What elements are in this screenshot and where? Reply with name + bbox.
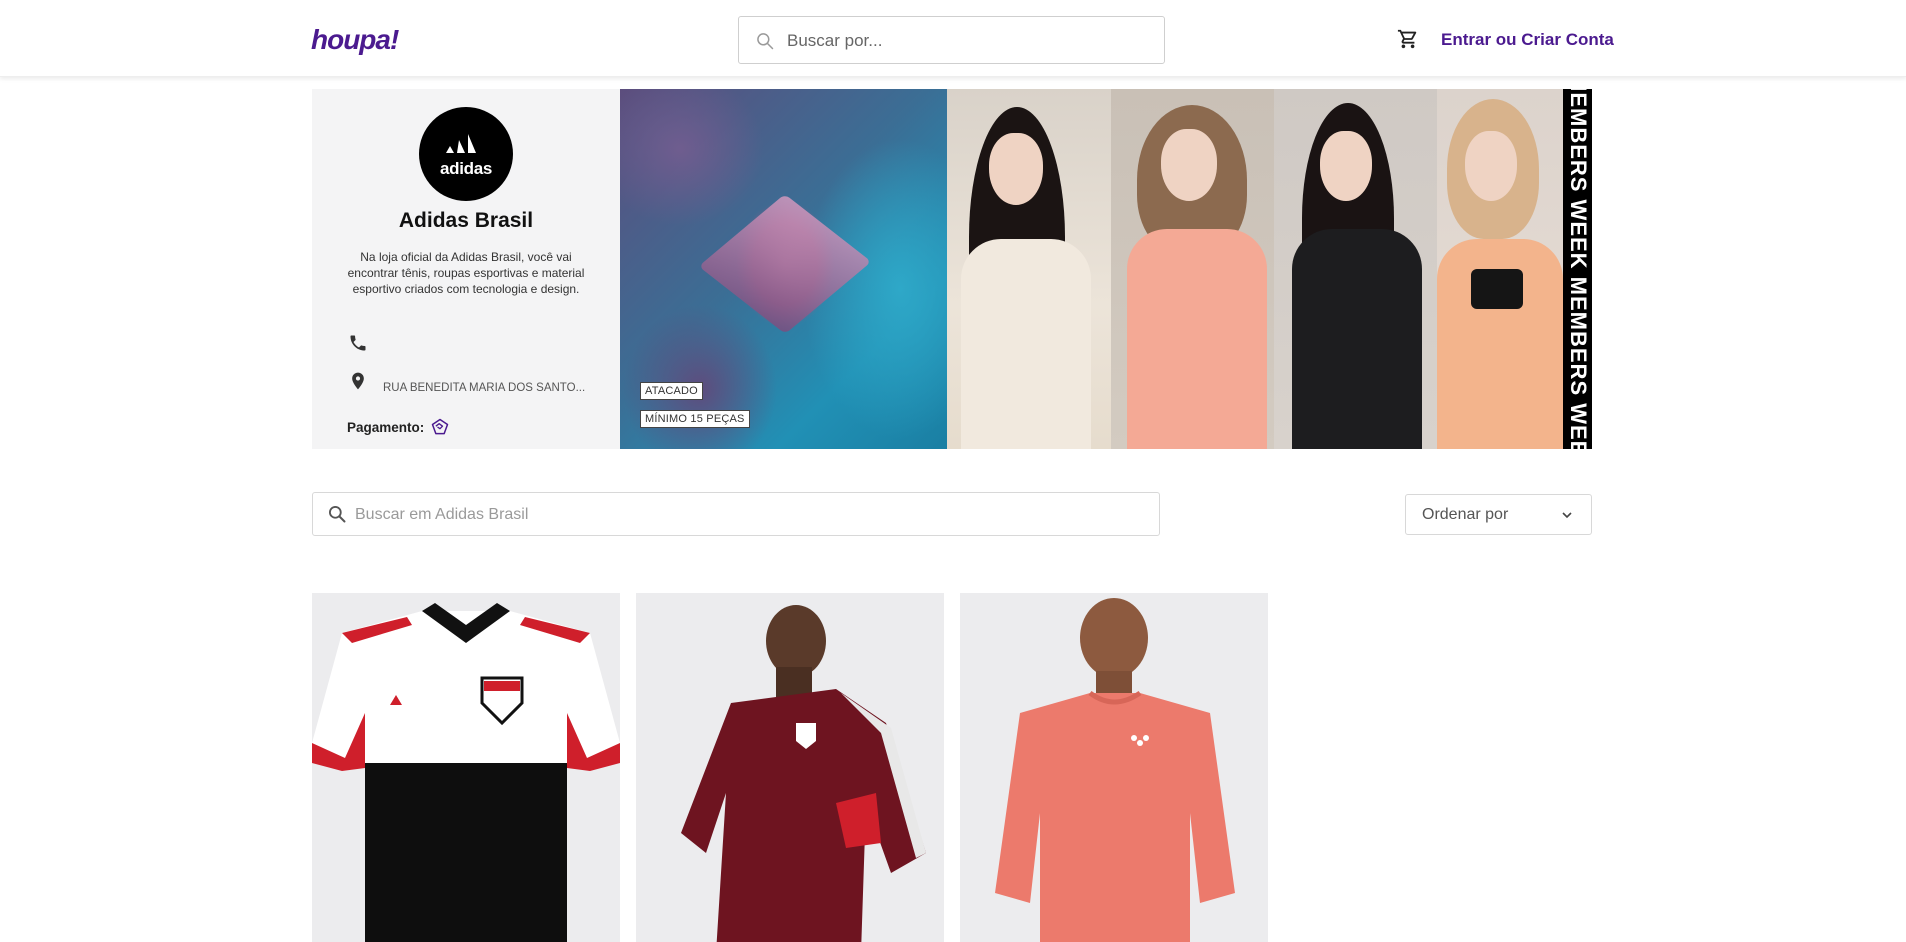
sort-label: Ordenar por (1422, 506, 1509, 523)
payment-label: Pagamento: (347, 420, 425, 435)
wholesale-tag: ATACADO (640, 382, 703, 400)
search-icon (757, 33, 774, 50)
model-4 (1437, 89, 1563, 449)
banner-models-image (947, 89, 1563, 449)
cart-icon[interactable] (1397, 28, 1419, 50)
chevron-down-icon (1562, 512, 1572, 519)
search-icon (329, 506, 346, 523)
banner-rock-shape (698, 193, 872, 335)
sort-dropdown[interactable]: Ordenar por (1405, 494, 1592, 535)
banner-sea-image: ATACADO MÍNIMO 15 PEÇAS (620, 89, 947, 449)
model-3 (1274, 89, 1437, 449)
global-search-box[interactable] (738, 16, 1165, 64)
members-week-strip: MEMBERS WEEK MEMBERS WEEK (1563, 89, 1592, 449)
store-avatar: adidas (419, 107, 513, 201)
top-header: houpa! Entrar ou Criar Conta (0, 0, 1906, 77)
houpa-logo[interactable]: houpa! (311, 24, 399, 56)
handshake-icon[interactable] (430, 417, 450, 437)
model-2 (1111, 89, 1274, 449)
store-info-card: adidas Adidas Brasil Na loja oficial da … (312, 89, 620, 449)
product-image-coral-sweatshirt (960, 593, 1268, 942)
location-pin-icon (352, 372, 364, 390)
global-search-input[interactable] (787, 29, 1147, 53)
product-card[interactable] (312, 593, 620, 942)
store-search-box[interactable] (312, 492, 1160, 536)
product-card[interactable] (636, 593, 944, 942)
product-card[interactable] (960, 593, 1268, 942)
adidas-logo-icon (446, 134, 476, 153)
members-week-text: MEMBERS WEEK MEMBERS WEEK (1566, 89, 1591, 449)
store-banner: ATACADO MÍNIMO 15 PEÇAS MEMBERS WEEK MEM… (620, 89, 1592, 449)
model-1 (947, 89, 1111, 449)
product-image-spfc-track-jacket (636, 593, 944, 942)
store-name: Adidas Brasil (398, 209, 534, 232)
store-search-input[interactable] (355, 503, 1135, 527)
product-image-spfc-jersey (312, 593, 620, 942)
minimum-pieces-tag: MÍNIMO 15 PEÇAS (640, 410, 750, 428)
avatar-wordmark: adidas (439, 159, 493, 178)
login-signup-link[interactable]: Entrar ou Criar Conta (1441, 30, 1614, 50)
store-address: RUA BENEDITA MARIA DOS SANTO... (383, 382, 586, 394)
store-description: Na loja oficial da Adidas Brasil, você v… (347, 250, 585, 296)
phone-icon (350, 335, 366, 351)
